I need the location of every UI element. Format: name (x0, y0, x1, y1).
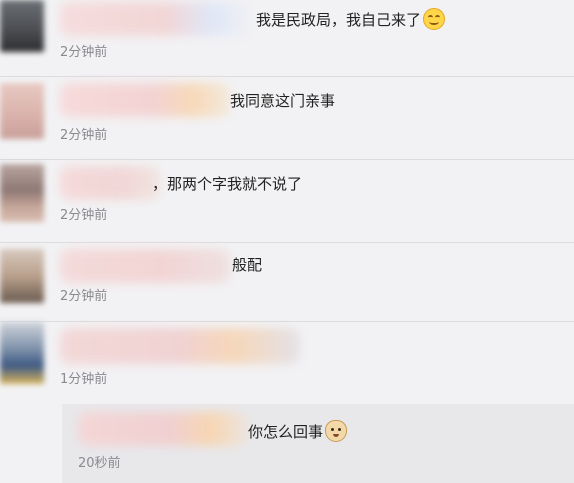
doge-emoji-icon (325, 420, 348, 442)
reply-box: 你怎么回事 20秒前 (62, 404, 574, 483)
avatar[interactable] (0, 0, 44, 52)
avatar[interactable] (0, 322, 44, 384)
reply-text-value: 你怎么回事 (248, 423, 324, 441)
username-blurred[interactable] (78, 412, 248, 446)
reply-time: 20秒前 (78, 456, 121, 471)
comment-item: 我是民政局，我自己来了 2分钟前 (0, 0, 574, 76)
username-blurred[interactable] (60, 2, 250, 36)
avatar[interactable] (0, 83, 44, 139)
comment-text: ，那两个字我就不说了 (152, 175, 303, 193)
comment-text: 我同意这门亲事 (230, 92, 336, 110)
comment-item: 我同意这门亲事 2分钟前 (0, 77, 574, 159)
comment-time: 2分钟前 (60, 289, 108, 304)
comment-text: 我是民政局，我自己来了 (256, 8, 446, 30)
username-blurred[interactable] (60, 328, 300, 364)
smile-emoji-icon (423, 8, 446, 30)
comment-time: 2分钟前 (60, 208, 108, 223)
comment-time: 2分钟前 (60, 128, 108, 143)
username-blurred[interactable] (60, 166, 160, 200)
comment-item: 般配 2分钟前 (0, 243, 574, 321)
comment-item: ，那两个字我就不说了 2分钟前 (0, 160, 574, 242)
username-blurred[interactable] (60, 249, 230, 283)
comment-time: 1分钟前 (60, 372, 108, 387)
reply-text: 你怎么回事 (248, 420, 348, 442)
username-blurred[interactable] (60, 83, 230, 117)
comment-text: 般配 (232, 256, 263, 274)
comment-time: 2分钟前 (60, 45, 108, 60)
comment-item: 1分钟前 (0, 322, 574, 404)
comment-text-value: 我是民政局，我自己来了 (256, 11, 422, 29)
avatar[interactable] (0, 249, 44, 303)
avatar[interactable] (0, 164, 44, 222)
